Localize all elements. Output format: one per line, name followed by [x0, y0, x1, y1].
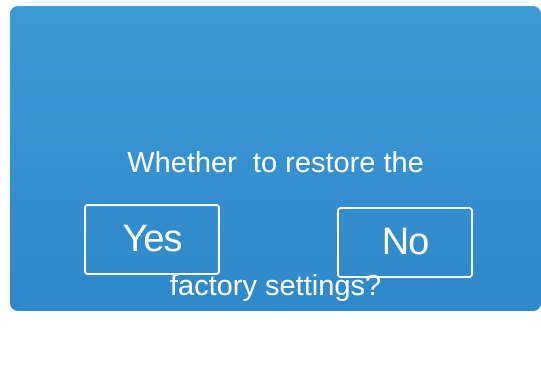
no-button[interactable]: No	[337, 207, 473, 278]
message-line-1: Whether to restore the	[127, 147, 424, 179]
restore-factory-settings-dialog: Whether to restore the factory settings?…	[10, 6, 541, 311]
yes-button[interactable]: Yes	[84, 204, 220, 275]
